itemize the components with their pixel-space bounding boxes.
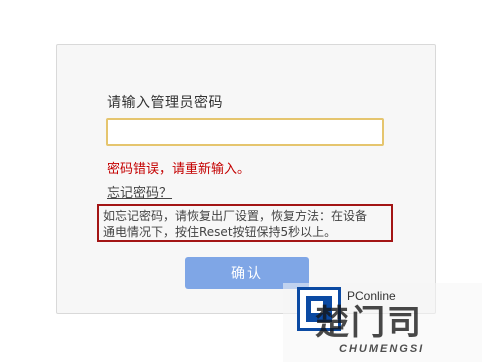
screenshot-stage: 请输入管理员密码 密码错误，请重新输入。 忘记密码？ 如忘记密码，请恢复出厂设置… xyxy=(0,0,482,362)
watermark-brand: PConline xyxy=(347,289,396,303)
page-title: 请输入管理员密码 xyxy=(107,95,223,111)
watermark: PConline 楚门司 CHUMENGSI xyxy=(283,283,482,362)
forgot-password-link[interactable]: 忘记密码？ xyxy=(107,182,172,201)
help-text-line-2: 通电情况下，按住Reset按钮保持5秒以上。 xyxy=(103,225,337,239)
help-text-line-1: 如忘记密码，请恢复出厂设置，恢复方法：在设备 xyxy=(103,209,368,223)
password-input[interactable] xyxy=(106,118,384,146)
watermark-title: 楚门司 xyxy=(315,303,423,343)
admin-login-card: 请输入管理员密码 密码错误，请重新输入。 忘记密码？ 如忘记密码，请恢复出厂设置… xyxy=(56,44,436,314)
reset-help-box: 如忘记密码，请恢复出厂设置，恢复方法：在设备 通电情况下，按住Reset按钮保持… xyxy=(97,204,393,242)
error-message: 密码错误，请重新输入。 xyxy=(107,162,251,177)
watermark-subtitle: CHUMENGSI xyxy=(339,343,425,355)
